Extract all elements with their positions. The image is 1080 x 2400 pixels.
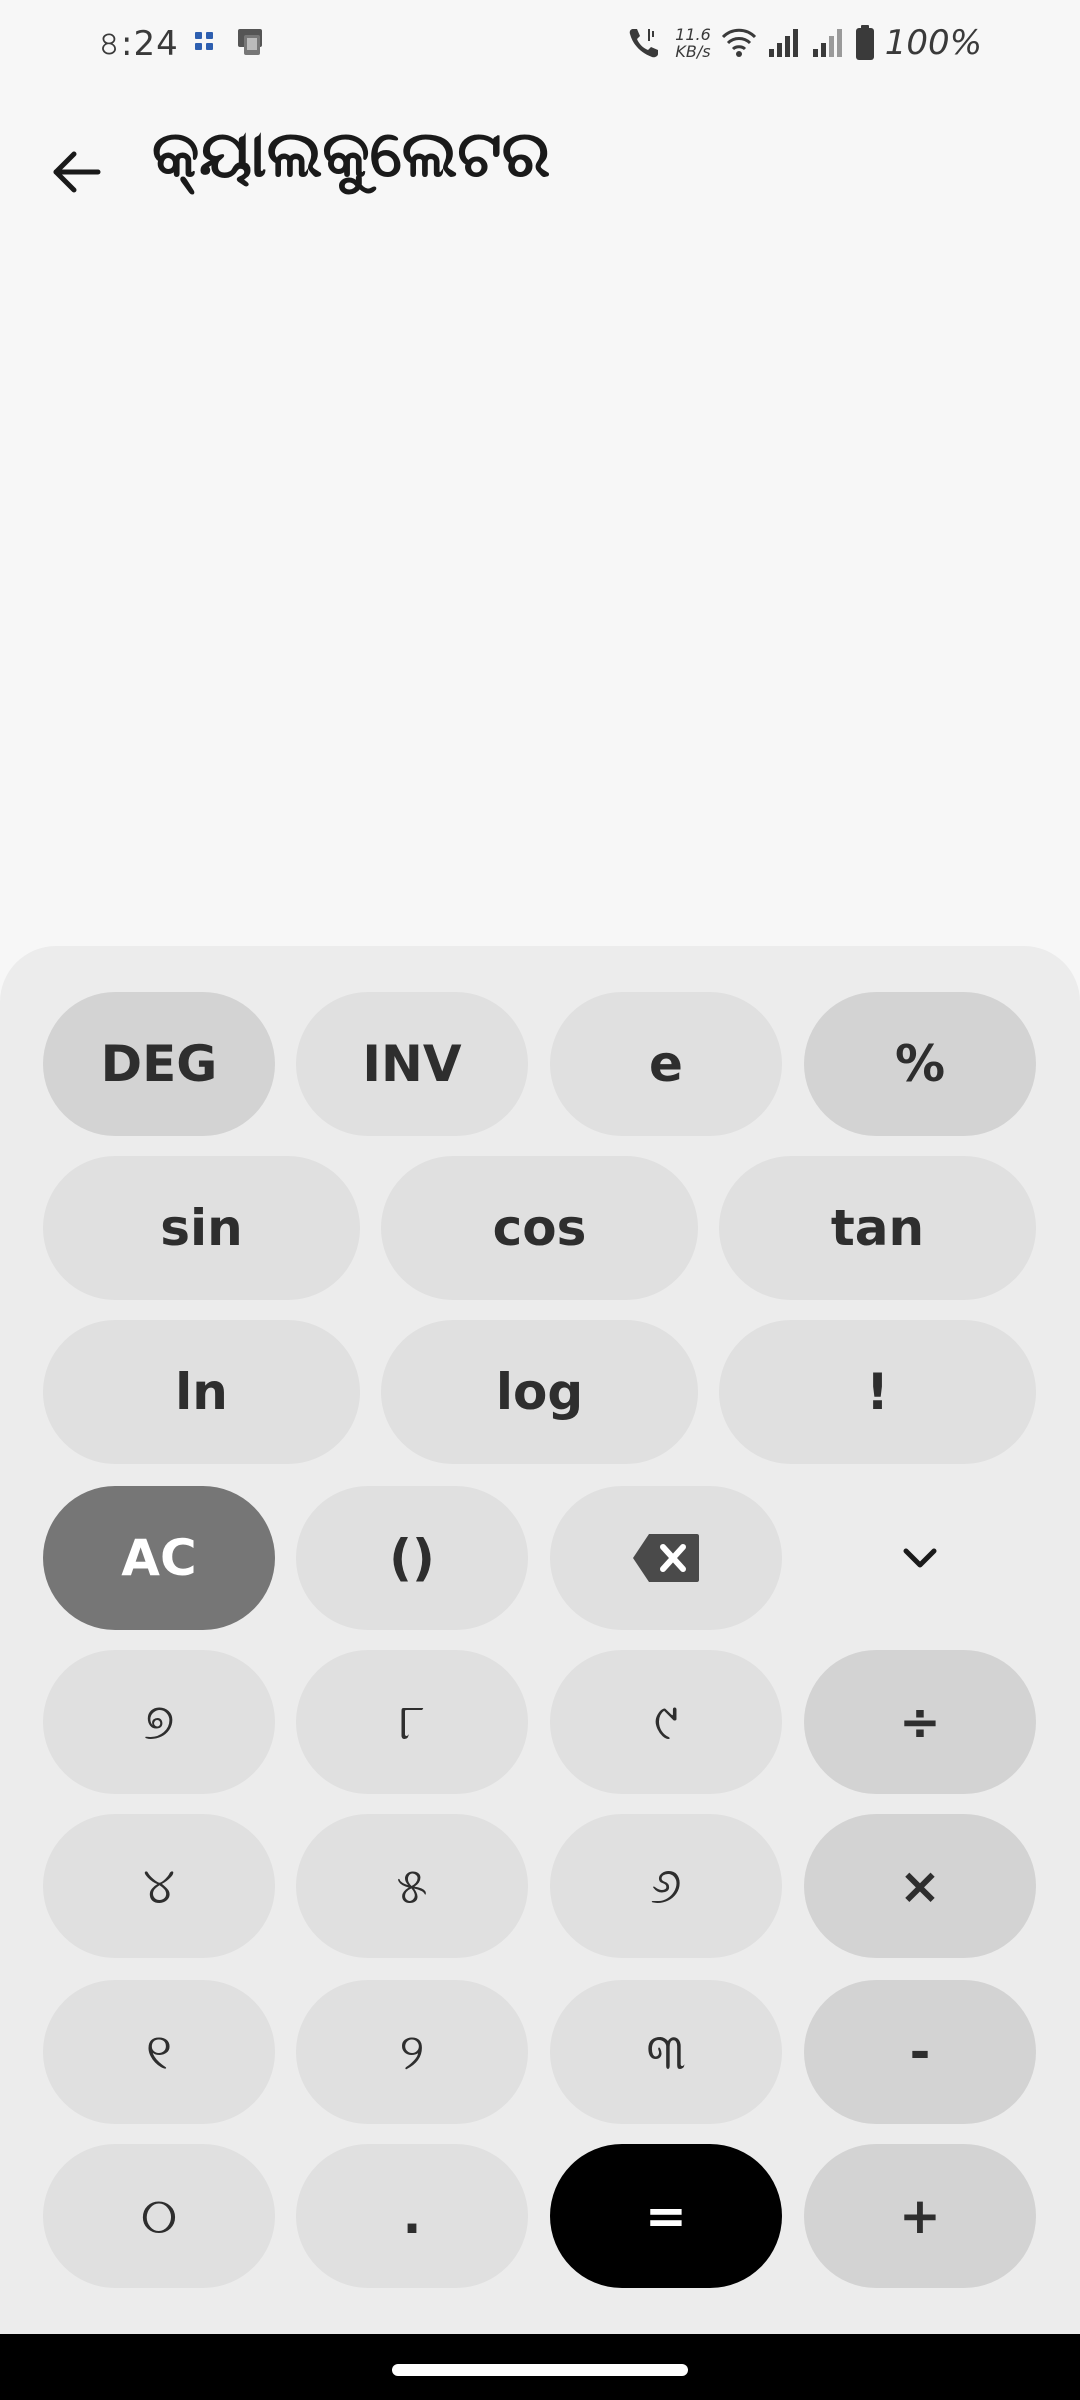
status-bar: ৪:24 11.6 KB/s 100%: [0, 0, 1080, 86]
wifi-icon: [721, 27, 757, 59]
home-gesture-handle[interactable]: [392, 2364, 688, 2376]
collapse-button[interactable]: [804, 1486, 1036, 1630]
digit-3-button[interactable]: ୩: [550, 1980, 782, 2124]
multiply-button[interactable]: ×: [804, 1814, 1036, 1958]
decimal-point-button[interactable]: .: [296, 2144, 528, 2288]
factorial-button[interactable]: !: [719, 1320, 1036, 1464]
signal-icon-1: [767, 27, 801, 59]
digit-4-button[interactable]: ୪: [43, 1814, 275, 1958]
e-constant-button[interactable]: e: [550, 992, 782, 1136]
sin-button[interactable]: sin: [43, 1156, 360, 1300]
backspace-icon: [633, 1534, 699, 1582]
inv-button[interactable]: INV: [296, 992, 528, 1136]
digit-9-button[interactable]: ୯: [550, 1650, 782, 1794]
ln-button[interactable]: ln: [43, 1320, 360, 1464]
subtract-button[interactable]: -: [804, 1980, 1036, 2124]
status-right-group: 11.6 KB/s 100%: [625, 18, 982, 68]
app-grid-icon: [194, 31, 214, 51]
digit-1-button[interactable]: ୧: [43, 1980, 275, 2124]
battery-icon: [855, 25, 875, 61]
cos-button[interactable]: cos: [381, 1156, 698, 1300]
back-arrow-icon: [53, 151, 101, 193]
digit-8-button[interactable]: ୮: [296, 1650, 528, 1794]
tan-button[interactable]: tan: [719, 1156, 1036, 1300]
digit-6-button[interactable]: ୬: [550, 1814, 782, 1958]
all-clear-button[interactable]: AC: [43, 1486, 275, 1630]
percent-button[interactable]: %: [804, 992, 1036, 1136]
backspace-button[interactable]: [550, 1486, 782, 1630]
add-button[interactable]: +: [804, 2144, 1036, 2288]
battery-percent: 100%: [884, 23, 982, 63]
net-speed: 11.6 KB/s: [675, 26, 711, 60]
parentheses-button[interactable]: (): [296, 1486, 528, 1630]
digit-2-button[interactable]: ୨: [296, 1980, 528, 2124]
device-notification-icon: [236, 26, 268, 58]
wifi-call-icon: [625, 23, 665, 63]
digit-0-button[interactable]: ୦: [43, 2144, 275, 2288]
digit-7-button[interactable]: ୭: [43, 1650, 275, 1794]
status-time: ৪:24: [98, 24, 179, 64]
keypad-panel: DEG INV e % sin cos tan ln log ! AC () ୭…: [0, 946, 1080, 2334]
digit-5-button[interactable]: ୫: [296, 1814, 528, 1958]
deg-button[interactable]: DEG: [43, 992, 275, 1136]
navigation-bar: [0, 2334, 1080, 2400]
net-speed-unit: KB/s: [675, 42, 711, 61]
equals-button[interactable]: =: [550, 2144, 782, 2288]
back-button[interactable]: [44, 140, 108, 204]
signal-icon-2: [811, 27, 845, 59]
divide-button[interactable]: ÷: [804, 1650, 1036, 1794]
log-button[interactable]: log: [381, 1320, 698, 1464]
chevron-down-icon: [903, 1548, 937, 1568]
page-title: କ୍ୟାଲକୁଲେଟର: [152, 118, 551, 192]
